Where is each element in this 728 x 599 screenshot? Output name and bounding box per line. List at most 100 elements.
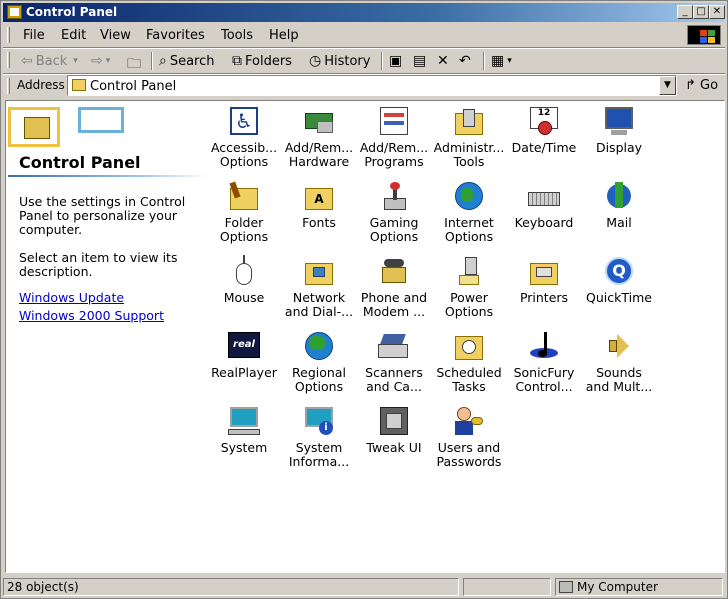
control-panel-item[interactable]: Scanners and Ca...	[356, 330, 432, 394]
menu-view[interactable]: View	[100, 28, 131, 43]
status-object-count: 28 object(s)	[3, 578, 459, 596]
control-panel-item[interactable]: Administr... Tools	[431, 105, 507, 169]
control-panel-item[interactable]: Mail	[581, 180, 657, 230]
control-panel-item[interactable]: Scheduled Tasks	[431, 330, 507, 394]
my-computer-icon	[559, 581, 573, 593]
minimize-button[interactable]: _	[677, 5, 693, 19]
control-panel-item[interactable]: Folder Options	[206, 180, 282, 244]
control-panel-item-label: System	[220, 440, 268, 455]
address-input[interactable]: Control Panel ▼	[67, 75, 677, 96]
control-panel-item[interactable]: Keyboard	[506, 180, 582, 230]
menu-grip[interactable]	[7, 27, 10, 43]
control-panel-item-label: Folder Options	[219, 215, 269, 244]
mail-icon	[603, 180, 635, 212]
control-panel-item-label: RealPlayer	[211, 365, 277, 380]
control-panel-item[interactable]: Power Options	[431, 255, 507, 319]
control-panel-item-label: Regional Options	[292, 365, 346, 394]
forward-button[interactable]: ⇨ ▾	[91, 53, 110, 69]
maximize-button[interactable]: □	[693, 5, 709, 19]
search-icon: ⌕	[159, 53, 167, 69]
control-panel-item[interactable]: i System Informa...	[281, 405, 357, 469]
menu-edit[interactable]: Edit	[61, 28, 86, 43]
menu-favorites[interactable]: Favorites	[146, 28, 205, 43]
control-panel-item[interactable]: 12 Date/Time	[506, 105, 582, 155]
control-panel-item[interactable]: Phone and Modem ...	[356, 255, 432, 319]
title-bar[interactable]: Control Panel _ □ ✕	[3, 3, 725, 22]
close-button[interactable]: ✕	[709, 5, 725, 19]
status-zone: My Computer	[555, 578, 723, 596]
control-panel-item[interactable]: ♿ Accessib... Options	[206, 105, 282, 169]
back-dropdown-icon[interactable]: ▾	[73, 56, 78, 66]
views-button[interactable]: ▦ ▾	[491, 53, 512, 69]
control-panel-item[interactable]: Mouse	[206, 255, 282, 305]
status-empty-cell	[463, 578, 551, 596]
control-panel-item-label: Scanners and Ca...	[365, 365, 423, 394]
control-panel-item-label: SonicFury Control...	[513, 365, 575, 394]
control-panel-item[interactable]: SonicFury Control...	[506, 330, 582, 394]
control-panel-item-label: Fonts	[302, 215, 336, 230]
control-panel-item-label: Users and Passwords	[436, 440, 502, 469]
back-button[interactable]: ⇦ Back ▾	[21, 53, 78, 69]
control-panel-item[interactable]: Q QuickTime	[581, 255, 657, 305]
control-panel-item-label: Accessib... Options	[210, 140, 278, 169]
delete-button[interactable]: ✕	[437, 53, 452, 69]
menu-tools[interactable]: Tools	[221, 28, 253, 43]
control-panel-item[interactable]: Users and Passwords	[431, 405, 507, 469]
move-to-button[interactable]: ▣	[389, 53, 405, 69]
control-panel-item-label: Keyboard	[514, 215, 574, 230]
control-panel-item-label: Add/Rem... Programs	[359, 140, 429, 169]
add-programs-icon	[378, 105, 410, 137]
control-panel-item[interactable]: Gaming Options	[356, 180, 432, 244]
control-panel-icon	[24, 117, 50, 139]
control-panel-item[interactable]: Add/Rem... Programs	[356, 105, 432, 169]
control-panel-item[interactable]: Printers	[506, 255, 582, 305]
control-panel-item[interactable]: Tweak UI	[356, 405, 432, 455]
power-plug-icon	[453, 255, 485, 287]
address-dropdown-button[interactable]: ▼	[659, 76, 676, 95]
control-panel-item[interactable]: Add/Rem... Hardware	[281, 105, 357, 169]
folders-button[interactable]: ⧉ Folders	[232, 53, 292, 69]
control-panel-item-label: Mouse	[223, 290, 265, 305]
control-panel-item[interactable]: Network and Dial-...	[281, 255, 357, 319]
go-button[interactable]: ↱ Go	[685, 78, 718, 93]
menu-help[interactable]: Help	[269, 28, 299, 43]
menu-bar: File Edit View Favorites Tools Help	[3, 24, 725, 46]
address-value: Control Panel	[90, 79, 177, 94]
menu-file[interactable]: File	[23, 28, 45, 43]
control-panel-item[interactable]: Internet Options	[431, 180, 507, 244]
history-button[interactable]: ◷ History	[309, 53, 370, 69]
address-grip[interactable]	[7, 78, 10, 94]
search-button[interactable]: ⌕ Search	[159, 53, 215, 69]
regional-globe-icon	[303, 330, 335, 362]
control-panel-item[interactable]: Sounds and Mult...	[581, 330, 657, 394]
control-panel-item[interactable]: Display	[581, 105, 657, 155]
admin-tools-icon	[453, 105, 485, 137]
forward-dropdown-icon[interactable]: ▾	[106, 56, 111, 66]
control-panel-item[interactable]: real RealPlayer	[206, 330, 282, 380]
control-panel-item[interactable]: A Fonts	[281, 180, 357, 230]
toolbar-grip[interactable]	[7, 52, 10, 68]
undo-button[interactable]: ↶	[459, 53, 474, 69]
control-panel-banner	[8, 103, 128, 149]
copy-to-button[interactable]: ▤	[413, 53, 429, 69]
left-pane-description: Use the settings in Control Panel to per…	[19, 194, 186, 237]
control-panel-item-label: QuickTime	[586, 290, 652, 305]
control-panel-item[interactable]: Regional Options	[281, 330, 357, 394]
globe-icon	[453, 180, 485, 212]
folder-options-icon	[228, 180, 260, 212]
quicktime-icon: Q	[603, 255, 635, 287]
toolbar-separator	[381, 52, 383, 70]
windows-update-link[interactable]: Windows Update	[19, 290, 124, 305]
control-panel-item[interactable]: System	[206, 405, 282, 455]
views-dropdown-icon[interactable]: ▾	[507, 56, 512, 66]
back-arrow-icon: ⇦	[21, 53, 33, 69]
control-panel-item-label: Internet Options	[444, 215, 494, 244]
sonicfury-icon	[528, 330, 560, 362]
left-pane-divider	[8, 175, 208, 177]
windows-logo-icon	[687, 25, 721, 45]
undo-icon: ↶	[459, 53, 471, 69]
windows-2000-support-link[interactable]: Windows 2000 Support	[19, 308, 164, 323]
control-panel-item-label: Scheduled Tasks	[436, 365, 502, 394]
banner-square-blue	[78, 107, 124, 133]
printer-folder-icon	[528, 255, 560, 287]
